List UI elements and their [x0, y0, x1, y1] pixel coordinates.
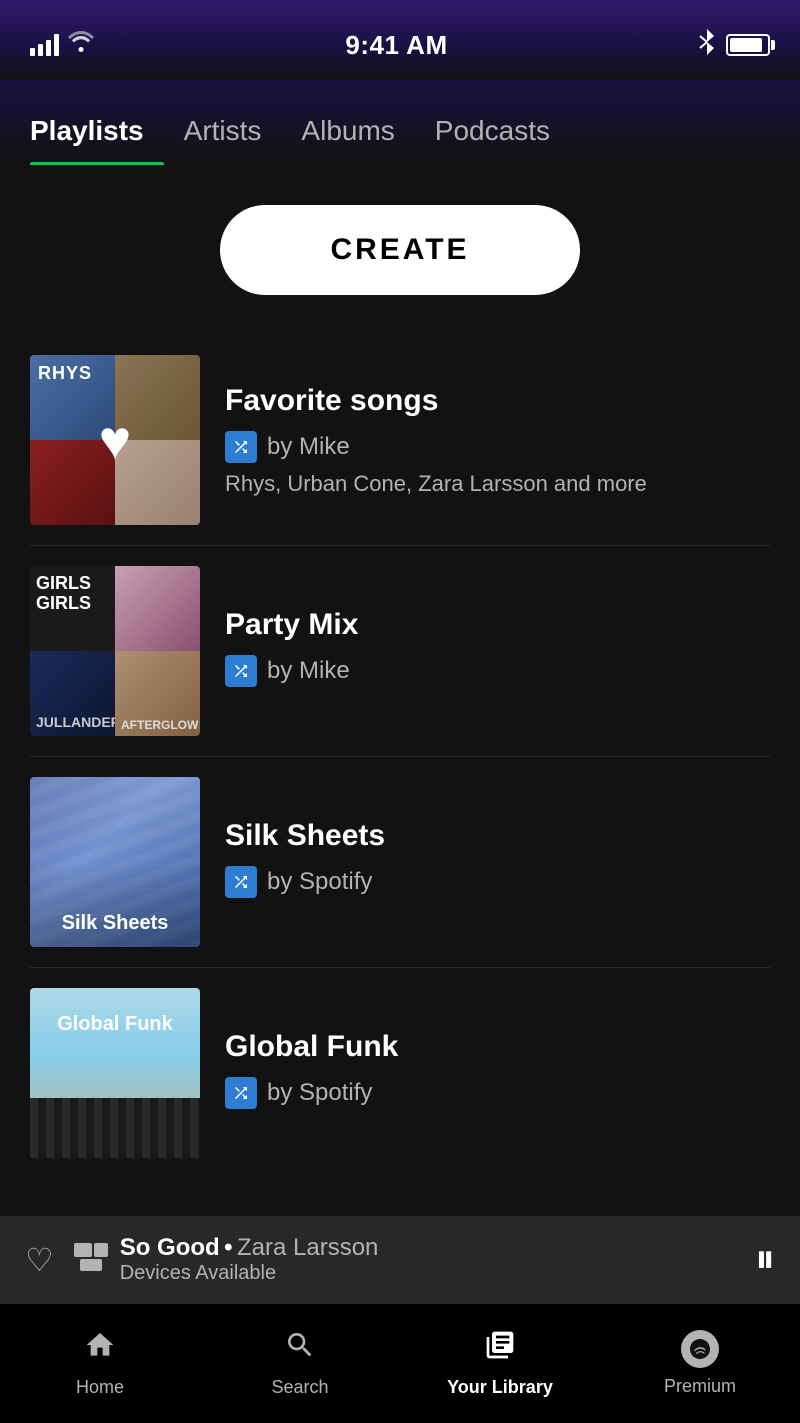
- playlist-by: by Spotify: [267, 868, 372, 896]
- status-time: 9:41 AM: [345, 30, 447, 61]
- playlist-name: Favorite songs: [225, 383, 770, 419]
- shuffle-icon: [225, 866, 257, 898]
- shuffle-icon: [225, 1077, 257, 1109]
- list-item[interactable]: Silk Sheets Silk Sheets by Spotify: [30, 757, 770, 968]
- playlist-name: Silk Sheets: [225, 818, 770, 854]
- playlist-meta: by Mike: [225, 655, 770, 687]
- shuffle-icon: [225, 431, 257, 463]
- now-playing-artist: Zara Larsson: [237, 1234, 378, 1261]
- now-playing-title-row: So Good • Zara Larsson: [120, 1234, 379, 1262]
- now-playing-track: So Good: [120, 1234, 220, 1261]
- spotify-logo-icon: [681, 1330, 719, 1368]
- nav-item-library[interactable]: Your Library: [400, 1329, 600, 1398]
- nav-item-home[interactable]: Home: [0, 1329, 200, 1398]
- nav-label-library: Your Library: [447, 1377, 553, 1398]
- tab-podcasts[interactable]: Podcasts: [415, 100, 570, 165]
- battery-icon: [726, 34, 770, 56]
- status-left: [30, 31, 95, 59]
- playlist-info-global: Global Funk by Spotify: [225, 1029, 770, 1117]
- heart-overlay-icon: ♥: [99, 408, 132, 472]
- now-playing-device-text: Devices Available: [120, 1262, 379, 1285]
- nav-label-premium: Premium: [664, 1376, 736, 1397]
- device-icon: [74, 1241, 108, 1278]
- now-playing-device: So Good • Zara Larsson Devices Available: [74, 1234, 379, 1285]
- tab-albums[interactable]: Albums: [281, 100, 414, 165]
- main-content: CREATE RHYS ♥ Favorite songs: [0, 165, 800, 1178]
- playlist-artists: Rhys, Urban Cone, Zara Larsson and more: [225, 471, 770, 497]
- playlist-thumb-global: Global Funk: [30, 988, 200, 1158]
- nav-item-search[interactable]: Search: [200, 1329, 400, 1398]
- pause-button[interactable]: ⏸: [755, 1237, 775, 1282]
- list-item[interactable]: GIRLSGIRLS JULLANDER AFTERGLOW Party Mix: [30, 546, 770, 757]
- bluetooth-icon: [698, 29, 716, 61]
- silk-sheets-label: Silk Sheets: [30, 912, 200, 935]
- playlist-thumb-favorite: RHYS ♥: [30, 355, 200, 525]
- playlist-name: Party Mix: [225, 607, 770, 643]
- playlist-by: by Mike: [267, 433, 350, 461]
- create-button[interactable]: CREATE: [220, 205, 580, 295]
- list-item[interactable]: Global Funk Global Funk by Spotify: [30, 968, 770, 1178]
- tab-artists[interactable]: Artists: [164, 100, 282, 165]
- playlist-meta: by Spotify: [225, 1077, 770, 1109]
- playlist-list: RHYS ♥ Favorite songs by Mike: [0, 335, 800, 1178]
- nav-item-premium[interactable]: Premium: [600, 1330, 800, 1397]
- wifi-icon: [67, 31, 95, 59]
- global-funk-label: Global Funk: [30, 1013, 200, 1036]
- nav-label-search: Search: [271, 1377, 328, 1398]
- list-item[interactable]: RHYS ♥ Favorite songs by Mike: [30, 335, 770, 546]
- playlist-thumb-party: GIRLSGIRLS JULLANDER AFTERGLOW: [30, 566, 200, 736]
- create-section: CREATE: [0, 165, 800, 335]
- tabs-container: Playlists Artists Albums Podcasts: [0, 80, 800, 165]
- playlist-info-silk: Silk Sheets by Spotify: [225, 818, 770, 906]
- playlist-info-party: Party Mix by Mike: [225, 607, 770, 695]
- playlist-by: by Spotify: [267, 1079, 372, 1107]
- playlist-meta: by Mike: [225, 431, 770, 463]
- signal-icon: [30, 34, 59, 56]
- now-playing-left: ♡ So Good • Zara Larsson Devices Availab…: [25, 1234, 378, 1285]
- playlist-name: Global Funk: [225, 1029, 770, 1065]
- playlist-by: by Mike: [267, 657, 350, 685]
- library-icon: [484, 1329, 516, 1369]
- playlist-meta: by Spotify: [225, 866, 770, 898]
- now-playing-text: So Good • Zara Larsson Devices Available: [120, 1234, 379, 1285]
- nav-label-home: Home: [76, 1377, 124, 1398]
- playlist-info-favorite: Favorite songs by Mike Rhys, Urban Cone,…: [225, 383, 770, 497]
- now-playing-bar[interactable]: ♡ So Good • Zara Larsson Devices Availab…: [0, 1216, 800, 1303]
- home-icon: [84, 1329, 116, 1369]
- playlist-thumb-silk: Silk Sheets: [30, 777, 200, 947]
- bottom-nav: Home Search Your Library Premium: [0, 1303, 800, 1423]
- tab-playlists[interactable]: Playlists: [30, 100, 164, 165]
- heart-icon[interactable]: ♡: [25, 1241, 54, 1279]
- now-playing-dot: •: [224, 1234, 232, 1261]
- shuffle-icon: [225, 655, 257, 687]
- status-bar: 9:41 AM: [0, 0, 800, 80]
- tabs: Playlists Artists Albums Podcasts: [30, 100, 770, 165]
- status-right: [698, 29, 770, 61]
- search-icon: [284, 1329, 316, 1369]
